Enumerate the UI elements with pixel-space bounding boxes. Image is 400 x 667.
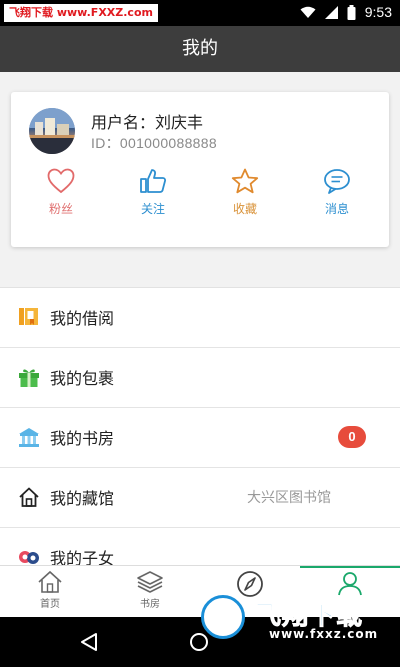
library-icon xyxy=(19,428,39,447)
menu-item-label: 我的藏馆 xyxy=(50,489,115,508)
heart-icon xyxy=(47,168,75,194)
menu-item-study[interactable]: 我的书房 0 xyxy=(0,408,400,468)
user-id: ID：001000088888 xyxy=(91,135,217,151)
watermark-brand: 飞翔下载 xyxy=(9,6,53,19)
stat-follow-label: 关注 xyxy=(140,202,165,216)
clock: 9:53 xyxy=(364,4,392,20)
username: 用户名：刘庆丰 xyxy=(91,113,204,132)
menu-item-package[interactable]: 我的包裹 xyxy=(0,348,400,408)
study-count-badge: 0 xyxy=(338,426,366,448)
borrow-book-icon xyxy=(19,308,38,325)
page-title: 我的 xyxy=(0,26,400,72)
home-icon xyxy=(19,487,39,507)
stat-favorites-label: 收藏 xyxy=(232,202,257,216)
tab-home-label: 首页 xyxy=(40,599,60,610)
wifi-icon xyxy=(300,6,316,18)
active-tab-indicator xyxy=(300,566,400,568)
watermark-bottom: 飞翔下载 www.fxxz.com xyxy=(197,591,397,643)
library-name: 大兴区图书馆 xyxy=(247,490,331,506)
status-icons: 9:53 xyxy=(300,4,392,20)
layers-tab-icon xyxy=(137,571,163,593)
watermark-top: 飞翔下载 www.FXXZ.com xyxy=(4,4,158,22)
stat-follow[interactable]: 关注 xyxy=(113,168,193,217)
menu-item-label: 我的借阅 xyxy=(50,309,115,328)
menu-item-label: 我的包裹 xyxy=(50,369,115,388)
profile-card: 用户名：刘庆丰 ID：001000088888 粉丝 关注 收藏 消息 xyxy=(11,92,389,247)
stat-fans[interactable]: 粉丝 xyxy=(21,168,101,217)
avatar[interactable] xyxy=(29,108,75,154)
back-icon[interactable] xyxy=(80,632,98,652)
status-bar: 飞翔下载 www.FXXZ.com 9:53 xyxy=(0,0,400,26)
signal-icon xyxy=(324,5,338,19)
battery-icon xyxy=(347,4,356,20)
tab-home[interactable]: 首页 xyxy=(20,570,80,610)
watermark-logo xyxy=(201,595,245,639)
menu-list: 我的借阅 我的包裹 我的书房 0 我的藏馆 大兴区图书馆 我的子女 xyxy=(0,287,400,588)
thumbs-up-icon xyxy=(140,169,167,193)
home-tab-icon xyxy=(38,570,62,593)
menu-item-borrow[interactable]: 我的借阅 xyxy=(0,288,400,348)
tab-study[interactable]: 书房 xyxy=(120,570,180,610)
stat-fans-label: 粉丝 xyxy=(48,202,73,216)
tab-study-label: 书房 xyxy=(140,599,160,610)
stat-messages-label: 消息 xyxy=(324,202,349,216)
chat-icon xyxy=(324,169,350,194)
menu-item-collection[interactable]: 我的藏馆 大兴区图书馆 xyxy=(0,468,400,528)
watermark-url: www.FXXZ.com xyxy=(56,6,153,19)
gift-icon xyxy=(19,369,39,387)
watermark-url-bottom: www.fxxz.com xyxy=(269,627,379,641)
stats-row: 粉丝 关注 收藏 消息 xyxy=(11,168,389,228)
stat-favorites[interactable]: 收藏 xyxy=(205,168,285,217)
menu-item-label: 我的书房 xyxy=(50,429,115,448)
stat-messages[interactable]: 消息 xyxy=(297,168,377,217)
star-icon xyxy=(231,168,259,194)
